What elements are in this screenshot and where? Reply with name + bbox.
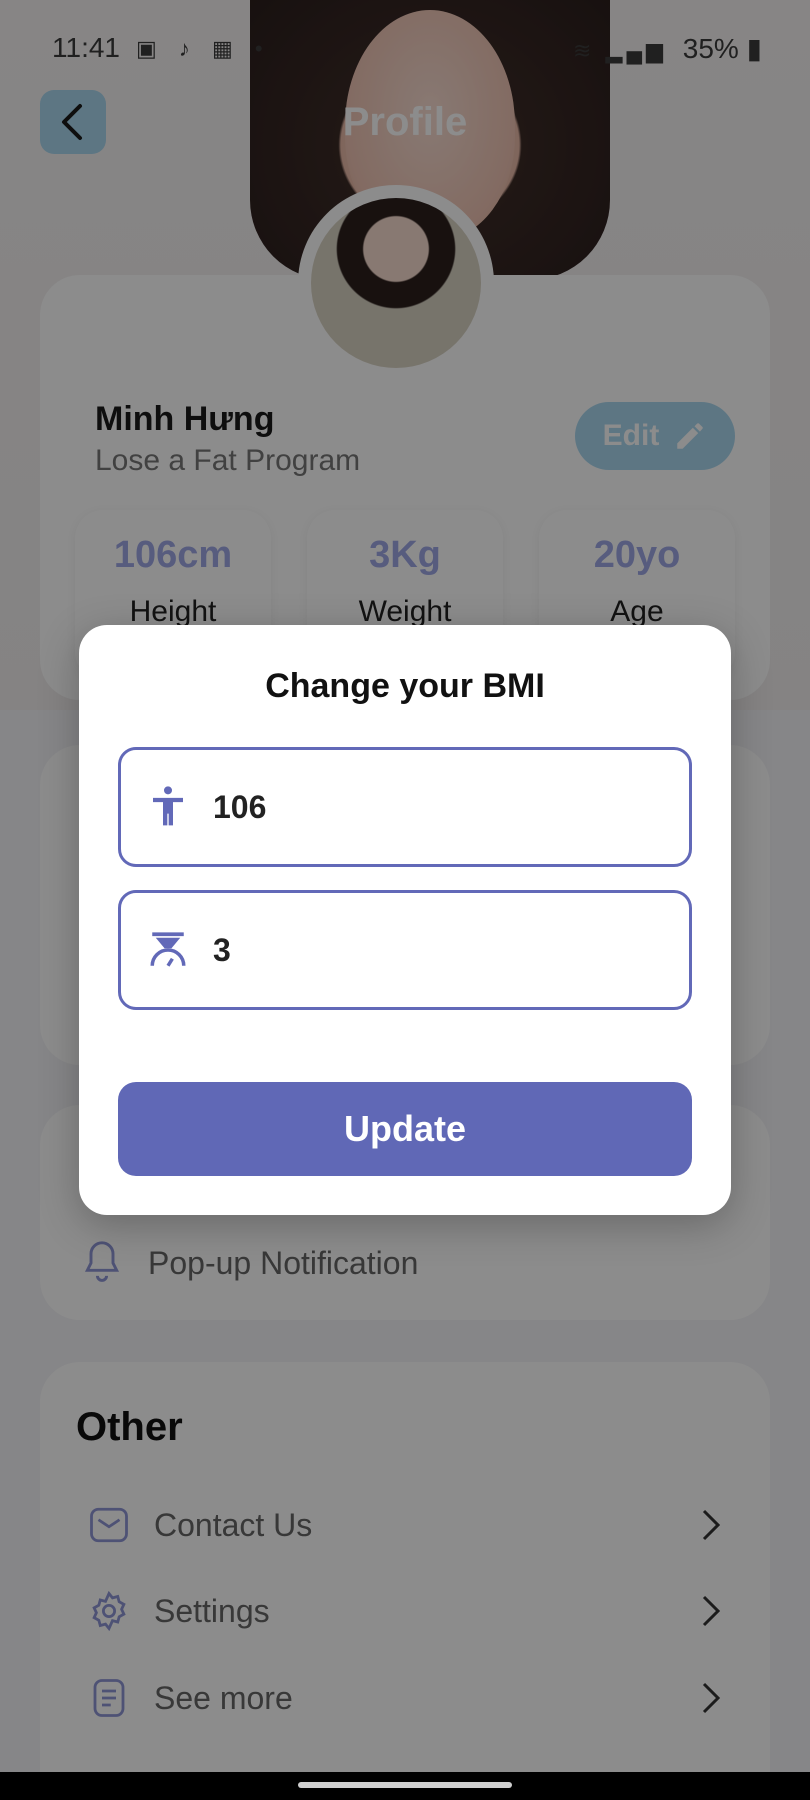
home-handle[interactable] <box>298 1782 512 1788</box>
weight-field[interactable] <box>118 890 692 1010</box>
height-input[interactable] <box>213 788 653 826</box>
weight-input[interactable] <box>213 931 653 969</box>
accessibility-icon <box>145 784 191 830</box>
height-field[interactable] <box>118 747 692 867</box>
bmi-dialog: Change your BMI Update <box>79 625 731 1215</box>
system-nav-bar <box>0 1772 810 1800</box>
update-button[interactable]: Update <box>118 1082 692 1176</box>
dialog-title: Change your BMI <box>265 667 545 705</box>
scale-icon <box>145 927 191 973</box>
